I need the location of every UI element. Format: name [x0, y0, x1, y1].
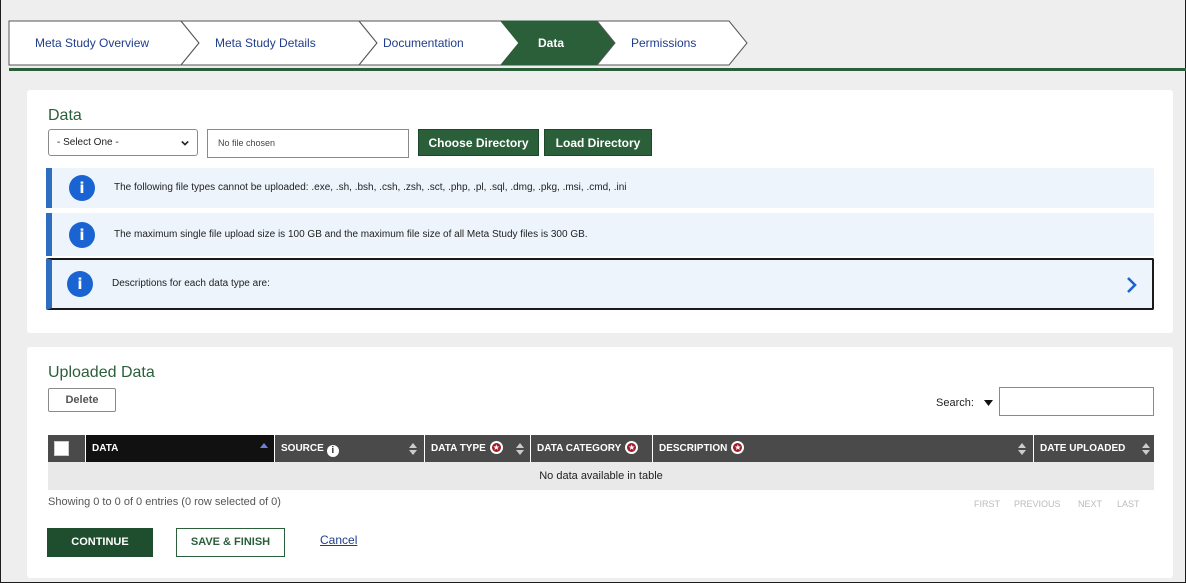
- info-icon: i: [67, 271, 93, 297]
- column-label: DATA: [92, 443, 119, 454]
- pager-previous[interactable]: PREVIOUS: [1014, 499, 1061, 509]
- step-meta-study-details[interactable]: Meta Study Details: [179, 20, 378, 66]
- step-documentation[interactable]: Documentation: [357, 20, 520, 66]
- data-panel-title: Data: [48, 107, 82, 124]
- load-directory-button[interactable]: Load Directory: [544, 129, 652, 156]
- pager-next[interactable]: NEXT: [1078, 499, 1102, 509]
- column-label: DATA CATEGORY: [537, 443, 622, 454]
- sort-icon: [1142, 443, 1150, 455]
- pager-last[interactable]: LAST: [1117, 499, 1140, 509]
- search-label: Search:: [936, 397, 974, 409]
- step-label: Meta Study Details: [215, 36, 316, 50]
- column-label: DESCRIPTION: [659, 443, 728, 454]
- alert-upload-size: i The maximum single file upload size is…: [46, 213, 1154, 256]
- step-label: Documentation: [383, 36, 464, 50]
- continue-button[interactable]: CONTINUE: [47, 528, 153, 557]
- cancel-link[interactable]: Cancel: [320, 533, 357, 547]
- save-finish-button[interactable]: SAVE & FINISH: [176, 528, 285, 557]
- step-label: Permissions: [631, 36, 697, 50]
- step-permissions[interactable]: Permissions: [595, 20, 748, 66]
- info-icon: i: [69, 175, 95, 201]
- alert-text: The maximum single file upload size is 1…: [114, 229, 588, 240]
- column-label: DATE UPLOADED: [1040, 443, 1126, 454]
- chevron-down-icon: [181, 140, 189, 146]
- page-frame: Meta Study Overview Meta Study Details D…: [0, 0, 1186, 583]
- select-value: - Select One -: [57, 137, 119, 148]
- delete-button[interactable]: Delete: [48, 388, 116, 412]
- empty-table-row: No data available in table: [48, 462, 1154, 490]
- column-data[interactable]: DATA: [85, 435, 274, 462]
- column-description[interactable]: DESCRIPTION ★: [652, 435, 1033, 462]
- choose-directory-button[interactable]: Choose Directory: [418, 129, 539, 156]
- wizard-stepper: Meta Study Overview Meta Study Details D…: [8, 20, 1181, 66]
- table-header: DATA SOURCE i DATA TYPE ★ DATA CATEGORY ★ D…: [48, 435, 1154, 462]
- stepper-divider: [9, 68, 1186, 71]
- required-icon: ★: [731, 441, 745, 454]
- uploaded-data-title: Uploaded Data: [48, 364, 155, 381]
- sort-icon: [1018, 443, 1026, 455]
- alert-data-type-descriptions[interactable]: i Descriptions for each data type are:: [46, 258, 1154, 310]
- alert-text: The following file types cannot be uploa…: [114, 182, 627, 193]
- column-source[interactable]: SOURCE i: [274, 435, 424, 462]
- alert-file-types: i The following file types cannot be upl…: [46, 168, 1154, 208]
- pager-first[interactable]: FIRST: [974, 499, 1000, 509]
- select-all-header: [48, 435, 85, 462]
- sort-icon: [409, 443, 417, 455]
- table-info: Showing 0 to 0 of 0 entries (0 row selec…: [48, 496, 281, 508]
- required-icon: ★: [625, 441, 639, 454]
- info-icon: i: [69, 222, 95, 248]
- column-date-uploaded[interactable]: DATE UPLOADED: [1033, 435, 1154, 462]
- column-data-type[interactable]: DATA TYPE ★: [424, 435, 530, 462]
- required-icon: ★: [489, 441, 503, 454]
- caret-down-icon[interactable]: [984, 400, 993, 406]
- info-icon: i: [326, 445, 339, 457]
- file-input[interactable]: No file chosen: [207, 129, 409, 158]
- sort-icon: [516, 443, 524, 455]
- select-all-checkbox[interactable]: [54, 441, 69, 456]
- step-meta-study-overview[interactable]: Meta Study Overview: [8, 20, 200, 66]
- search-input[interactable]: [999, 387, 1154, 416]
- data-type-select[interactable]: - Select One -: [48, 129, 198, 156]
- column-label: DATA TYPE: [431, 443, 486, 454]
- column-data-category[interactable]: DATA CATEGORY ★: [530, 435, 652, 462]
- step-label: Data: [538, 36, 565, 50]
- column-label: SOURCE: [281, 443, 324, 454]
- chevron-right-icon[interactable]: [1126, 277, 1138, 293]
- alert-text: Descriptions for each data type are:: [112, 278, 270, 289]
- sort-asc-icon: [260, 443, 268, 448]
- step-label: Meta Study Overview: [35, 36, 150, 50]
